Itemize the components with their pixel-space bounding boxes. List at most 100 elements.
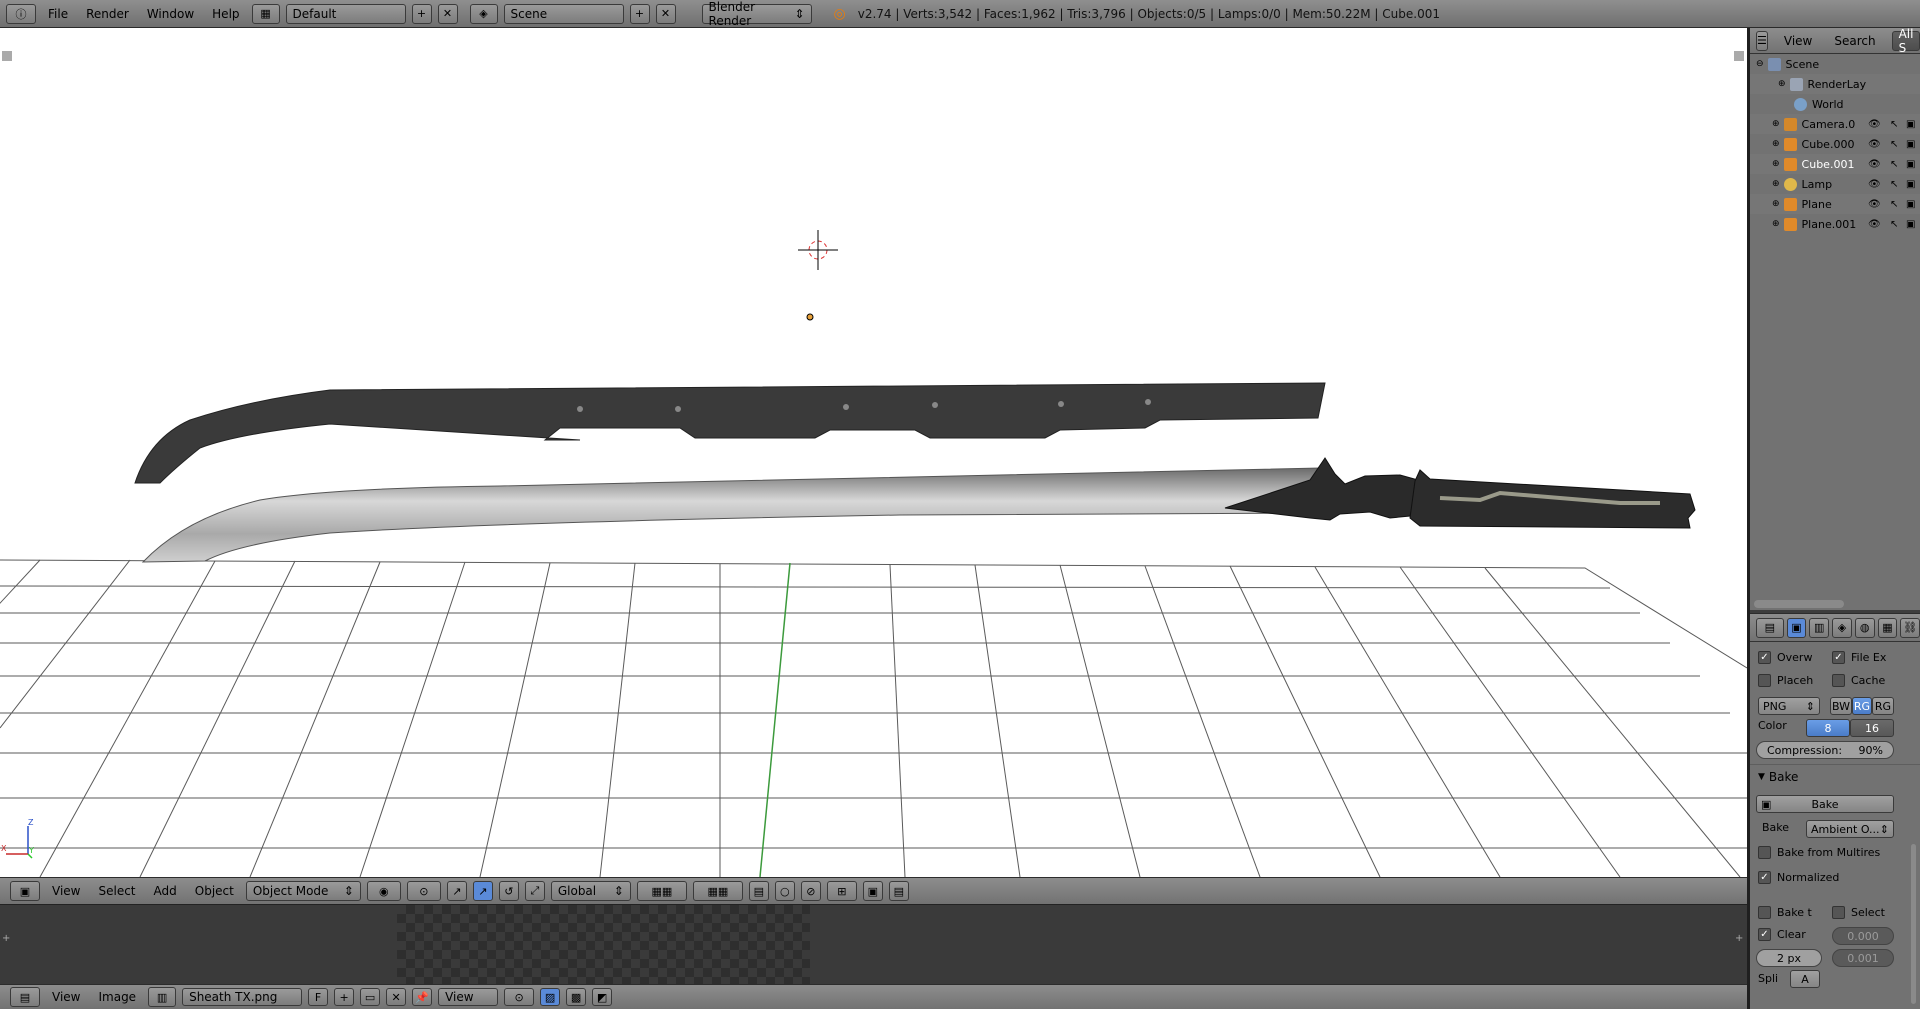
color-rgba-button[interactable]: RG	[1872, 697, 1894, 715]
bake-panel-header[interactable]: ▼ Bake	[1750, 764, 1920, 788]
render-camera-icon[interactable]: ▣	[1906, 199, 1915, 210]
manipulator-toggle-icon[interactable]: ↗	[446, 881, 467, 901]
outliner-item-camera[interactable]: ⊕ Camera.0 👁 ↖ ▣	[1750, 114, 1920, 134]
uv-image-editor[interactable]: + +	[0, 904, 1747, 985]
image-browse-icon[interactable]: ▥	[148, 987, 177, 1007]
margin-distance-field[interactable]: 0.001	[1832, 949, 1894, 967]
select-cursor-icon[interactable]: ↖	[1890, 219, 1898, 230]
compression-slider[interactable]: Compression: 90%	[1756, 741, 1894, 759]
visibility-eye-icon[interactable]: 👁	[1868, 139, 1881, 150]
visibility-eye-icon[interactable]: 👁	[1868, 159, 1881, 170]
render-camera-icon[interactable]: ▣	[1906, 139, 1915, 150]
pivot-point-icon[interactable]: ⊙	[406, 881, 441, 901]
render-anim-icon[interactable]: ▤	[888, 881, 909, 901]
color-bw-button[interactable]: BW	[1830, 697, 1852, 715]
image-view-mode-select[interactable]: View	[438, 988, 499, 1006]
depth-8-button[interactable]: 8	[1806, 719, 1850, 737]
outliner-item-cube001[interactable]: ⊕ Cube.001 👁 ↖ ▣	[1750, 154, 1920, 174]
depth-16-button[interactable]: 16	[1850, 719, 1894, 737]
render-camera-icon[interactable]: ▣	[1906, 219, 1915, 230]
outliner-item-cube000[interactable]: ⊕ Cube.000 👁 ↖ ▣	[1750, 134, 1920, 154]
editor-type-3d-icon[interactable]: ▣	[10, 881, 40, 901]
proportional-edit-icon[interactable]: ○	[774, 881, 795, 901]
mode-select[interactable]: Object Mode ⇕	[245, 881, 361, 901]
visibility-eye-icon[interactable]: 👁	[1868, 179, 1881, 190]
outliner-item-lamp[interactable]: ⊕ Lamp 👁 ↖ ▣	[1750, 174, 1920, 194]
translate-manipulator-icon[interactable]: ↗	[472, 881, 493, 901]
checkbox-icon[interactable]	[1832, 674, 1845, 687]
new-image-icon[interactable]: +	[334, 988, 355, 1006]
menu-object[interactable]: Object	[189, 884, 240, 898]
screen-layout-icon[interactable]: ▦	[251, 3, 280, 24]
placeholders-toggle[interactable]: Placeh	[1758, 674, 1813, 687]
outliner-filter-select[interactable]: All S	[1891, 27, 1920, 55]
outliner-editor-icon[interactable]: ☰	[1756, 30, 1768, 51]
render-opengl-icon[interactable]: ▣	[862, 881, 883, 901]
select-cursor-icon[interactable]: ↖	[1890, 119, 1898, 130]
bake-to-toggle[interactable]: Bake t	[1758, 906, 1812, 919]
expand-right-icon[interactable]: +	[1735, 933, 1743, 944]
menu-help[interactable]: Help	[206, 7, 245, 21]
rotate-manipulator-icon[interactable]: ↺	[498, 881, 519, 901]
menu-render[interactable]: Render	[80, 7, 135, 21]
select-toggle[interactable]: Select	[1832, 906, 1885, 919]
properties-editor-icon[interactable]: ▤	[1756, 617, 1784, 638]
object-tab-icon[interactable]: ▦	[1877, 617, 1898, 638]
add-scene-icon[interactable]: +	[629, 3, 650, 24]
render-engine-select[interactable]: Blender Render ⇕	[701, 0, 812, 28]
world-tab-icon[interactable]: ◍	[1854, 617, 1875, 638]
z-channel-icon[interactable]: ◩	[592, 988, 613, 1006]
info-editor-type-icon[interactable]: ⓘ	[6, 3, 36, 24]
layout-field[interactable]: Default	[285, 3, 406, 24]
expand-icon[interactable]: ⊕	[1772, 159, 1780, 169]
pin-icon[interactable]: 📌	[412, 988, 433, 1006]
image-name-field[interactable]: Sheath TX.png	[182, 988, 303, 1006]
menu-select[interactable]: Select	[92, 884, 141, 898]
properties-scrollbar[interactable]	[1911, 844, 1916, 1004]
checkbox-checked-icon[interactable]: ✓	[1758, 871, 1771, 884]
visibility-eye-icon[interactable]: 👁	[1868, 119, 1881, 130]
outliner-item-world[interactable]: World	[1750, 94, 1920, 114]
menu-view[interactable]: View	[46, 884, 86, 898]
expand-left-icon[interactable]: +	[2, 933, 10, 944]
checkbox-checked-icon[interactable]: ✓	[1832, 651, 1845, 664]
close-layout-icon[interactable]: ✕	[437, 3, 458, 24]
snap-target-icon[interactable]: ⊞	[826, 881, 857, 901]
scene-icon[interactable]: ◈	[469, 3, 498, 24]
render-tab-icon[interactable]: ▣	[1786, 617, 1807, 638]
checkbox-checked-icon[interactable]: ✓	[1758, 928, 1771, 941]
open-image-icon[interactable]: ▭	[360, 988, 381, 1006]
expand-icon[interactable]: ⊕	[1772, 139, 1780, 149]
checkbox-icon[interactable]	[1758, 846, 1771, 859]
select-cursor-icon[interactable]: ↖	[1890, 179, 1898, 190]
select-cursor-icon[interactable]: ↖	[1890, 159, 1898, 170]
fake-user-button[interactable]: F	[308, 988, 329, 1006]
render-camera-icon[interactable]: ▣	[1906, 159, 1915, 170]
file-format-select[interactable]: PNG ⇕	[1758, 697, 1820, 715]
alpha-channel-icon[interactable]: ▩	[566, 988, 587, 1006]
add-layout-icon[interactable]: +	[411, 3, 432, 24]
render-camera-icon[interactable]: ▣	[1906, 119, 1915, 130]
unlink-image-icon[interactable]: ✕	[386, 988, 407, 1006]
display-channels-icon[interactable]: ▨	[540, 988, 561, 1006]
render-camera-icon[interactable]: ▣	[1906, 179, 1915, 190]
bake-mode-select[interactable]: Ambient O... ⇕	[1806, 820, 1894, 838]
select-cursor-icon[interactable]: ↖	[1890, 139, 1898, 150]
checkbox-checked-icon[interactable]: ✓	[1758, 651, 1771, 664]
select-cursor-icon[interactable]: ↖	[1890, 199, 1898, 210]
cache-toggle[interactable]: Cache	[1832, 674, 1885, 687]
checkbox-icon[interactable]	[1832, 906, 1845, 919]
menu-file[interactable]: File	[42, 7, 74, 21]
normalized-toggle[interactable]: ✓ Normalized	[1758, 871, 1839, 884]
layers-grid-2-icon[interactable]: ▦▦	[692, 881, 743, 901]
collapse-icon[interactable]: ⊖	[1756, 59, 1764, 69]
3d-viewport[interactable]: Z X Y	[0, 28, 1747, 877]
outliner-item-plane[interactable]: ⊕ Plane 👁 ↖ ▣	[1750, 194, 1920, 214]
bake-from-multires-toggle[interactable]: Bake from Multires	[1758, 846, 1880, 859]
margin-field[interactable]: 2 px	[1756, 949, 1822, 967]
file-ext-toggle[interactable]: ✓ File Ex	[1832, 651, 1886, 664]
scale-manipulator-icon[interactable]: ⤢	[524, 881, 545, 901]
visibility-eye-icon[interactable]: 👁	[1868, 219, 1881, 230]
pivot-icon[interactable]: ⊙	[504, 988, 535, 1006]
scene-tab-icon[interactable]: ◈	[1832, 617, 1852, 638]
